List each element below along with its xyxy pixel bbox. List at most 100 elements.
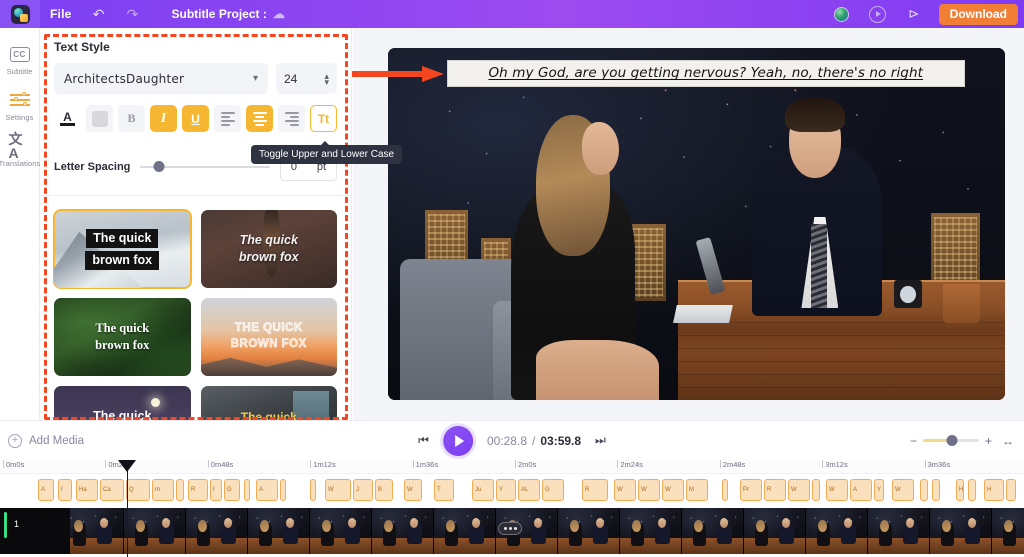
style-preset-3[interactable]: The quickbrown fox [54,298,191,376]
text-color-button[interactable]: A [54,105,81,132]
subtitle-clip[interactable]: W [404,479,422,501]
zoom-out-button[interactable]: − [910,434,917,448]
subtitle-clip[interactable]: H [956,479,964,501]
more-options-icon[interactable] [498,522,522,535]
zoom-in-button[interactable]: + [985,434,992,448]
skip-previous-icon[interactable]: ⏮ [418,433,429,448]
subtitle-clip[interactable]: A [38,479,54,501]
subtitle-clip[interactable]: W [614,479,636,501]
subtitle-clip[interactable]: W [788,479,810,501]
style-preset-4[interactable]: THE QUICKBROWN FOX [201,298,338,376]
cloud-sync-icon[interactable]: ☁ [273,7,285,21]
zoom-slider[interactable] [923,439,979,442]
subtitle-clip[interactable]: A [850,479,872,501]
underline-button[interactable]: U [182,105,209,132]
subtitle-clip[interactable]: A [256,479,278,501]
style-preset-5[interactable]: The quickbrown fox [54,386,191,420]
font-size-stepper[interactable]: 24 ▴▾ [276,63,337,94]
subtitle-clip[interactable] [1006,479,1016,501]
subtitle-clip[interactable]: R [582,479,608,501]
subtitle-clip[interactable]: Y [874,479,884,501]
subtitle-clip[interactable]: Ca [100,479,124,501]
subtitle-clip[interactable]: W [325,479,351,501]
left-rail: CC Subtitle Settings 文A Translations [0,28,40,420]
stepper-arrows-icon[interactable]: ▴▾ [324,73,329,85]
style-preset-2[interactable]: The quickbrown fox [201,210,338,288]
play-button[interactable] [443,426,473,456]
subtitle-clip[interactable] [280,479,286,501]
subtitle-clip[interactable]: AL [518,479,540,501]
preset-text: The quickbrown fox [240,409,297,420]
app-logo[interactable] [0,0,40,28]
subtitle-clip[interactable]: G [224,479,240,501]
video-track-header[interactable]: 1 [0,508,70,554]
subtitle-clip[interactable]: T [434,479,454,501]
subtitle-clip[interactable]: Ha [76,479,98,501]
subtitle-clip[interactable]: B [375,479,393,501]
subtitle-clip[interactable]: H [984,479,1004,501]
style-preset-6[interactable]: The quickbrown fox [201,386,338,420]
subtitle-clip[interactable]: I [210,479,222,501]
subtitle-overlay[interactable]: Oh my God, are you getting nervous? Yeah… [447,60,965,87]
video-thumbnail [248,508,310,554]
toggle-case-button[interactable]: Tt [310,105,337,132]
subtitle-clip[interactable] [920,479,928,501]
subtitle-clip[interactable] [310,479,316,501]
undo-icon[interactable]: ↶ [81,0,115,28]
subtitle-clip[interactable]: W [826,479,848,501]
subtitle-track[interactable]: AIHaCaQmRIGAWJBWTJuYALGRWWWMPrRWWAYWHH [0,474,1024,506]
zoom-slider-knob[interactable] [947,435,958,446]
sidebar-item-subtitle[interactable]: CC Subtitle [0,44,40,76]
bold-button[interactable]: B [118,105,145,132]
timeline[interactable]: 0m0s0m24s0m48s1m12s1m36s2m0s2m24s2m48s3m… [0,460,1024,557]
subtitle-clip[interactable]: Y [496,479,516,501]
globe-icon[interactable] [825,0,859,28]
subtitle-clip[interactable] [722,479,728,501]
subtitle-clip[interactable]: M [686,479,708,501]
subtitle-clip[interactable]: R [188,479,208,501]
align-center-button[interactable] [246,105,273,132]
file-menu-button[interactable]: File [40,0,81,28]
subtitle-clip[interactable]: I [58,479,72,501]
font-family-select[interactable]: ArchitectsDaughter ▾ [54,63,268,94]
letter-spacing-label: Letter Spacing [54,161,130,173]
background-color-button[interactable] [86,105,113,132]
subtitle-clip[interactable] [176,479,184,501]
playhead-handle[interactable] [118,460,136,472]
share-icon[interactable]: ⊳ [897,0,931,28]
align-left-button[interactable] [214,105,241,132]
skip-next-icon[interactable]: ⏭ [595,433,606,448]
italic-button[interactable]: I [150,105,177,132]
download-button[interactable]: Download [939,4,1018,25]
subtitle-clip[interactable] [932,479,940,501]
color-swatch-icon [92,111,108,127]
slider-knob[interactable] [153,161,164,172]
sidebar-item-settings[interactable]: Settings [0,90,40,122]
subtitle-clip[interactable]: Pr [740,479,762,501]
subtitle-clip[interactable]: W [638,479,660,501]
fit-to-screen-icon[interactable]: ↔ [1002,434,1014,448]
subtitle-clip[interactable]: Ju [472,479,494,501]
subtitle-clip[interactable] [244,479,250,501]
timeline-ruler[interactable]: 0m0s0m24s0m48s1m12s1m36s2m0s2m24s2m48s3m… [0,460,1024,474]
redo-icon[interactable]: ↷ [115,0,149,28]
subtitle-clip[interactable] [812,479,820,501]
chevron-down-icon: ▾ [253,73,258,84]
subtitle-clip[interactable]: W [892,479,914,501]
align-right-button[interactable] [278,105,305,132]
subtitle-clip[interactable]: R [764,479,786,501]
subtitle-clip[interactable]: G [542,479,564,501]
video-preview[interactable]: Oh my God, are you getting nervous? Yeah… [388,48,1005,400]
subtitle-clip[interactable]: W [662,479,684,501]
style-preset-1[interactable]: The quickbrown fox [54,210,191,288]
play-preview-icon[interactable] [861,0,895,28]
subtitle-clip[interactable]: J [353,479,373,501]
subtitle-clip[interactable]: Q [126,479,150,501]
add-media-button[interactable]: + Add Media [0,434,84,448]
desk-cup [943,284,980,323]
subtitle-clip[interactable]: m [152,479,174,501]
text-style-panel: Text Style ArchitectsDaughter ▾ 24 ▴▾ A … [40,28,352,420]
project-title-area[interactable]: Subtitle Project : ☁ [171,7,284,21]
subtitle-clip[interactable] [968,479,976,501]
sidebar-item-translations[interactable]: 文A Translations [0,136,40,168]
